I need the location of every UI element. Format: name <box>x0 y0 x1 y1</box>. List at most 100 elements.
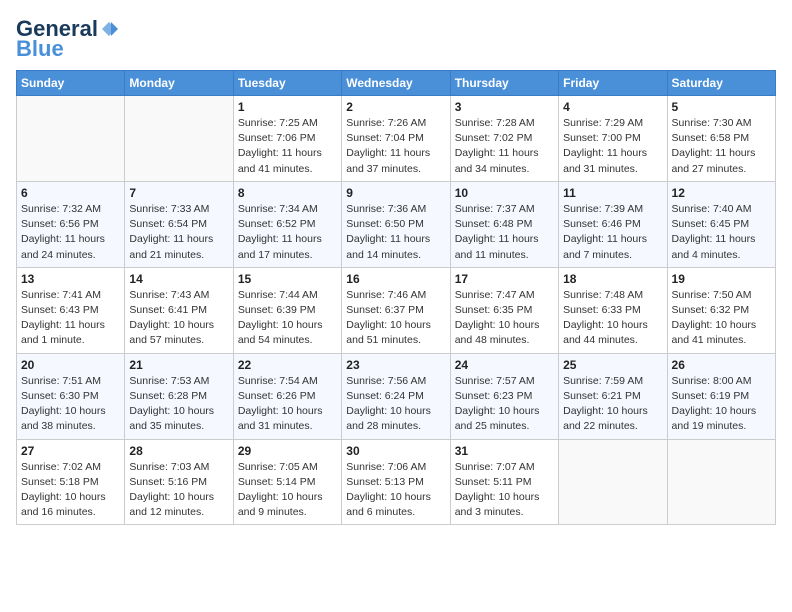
day-number: 25 <box>563 358 662 372</box>
calendar-cell: 25Sunrise: 7:59 AMSunset: 6:21 PMDayligh… <box>559 353 667 439</box>
calendar-cell: 11Sunrise: 7:39 AMSunset: 6:46 PMDayligh… <box>559 181 667 267</box>
calendar-cell: 24 Sunrise: 7:57 AMSunset: 6:23 PMDayligh… <box>450 353 558 439</box>
day-info: Sunrise: 7:03 AMSunset: 5:16 PMDaylight:… <box>129 460 228 521</box>
weekday-header-tuesday: Tuesday <box>233 71 341 96</box>
calendar-cell: 26 Sunrise: 8:00 AMSunset: 6:19 PMDayligh… <box>667 353 775 439</box>
weekday-header-sunday: Sunday <box>17 71 125 96</box>
day-info: Sunrise: 7:47 AMSunset: 6:35 PMDaylight:… <box>455 288 554 349</box>
calendar-cell <box>125 96 233 182</box>
logo: General Blue <box>16 16 118 62</box>
day-number: 1 <box>238 100 337 114</box>
day-info: Sunrise: 7:57 AMSunset: 6:23 PMDaylight:… <box>455 374 554 435</box>
calendar-week-row: 20 Sunrise: 7:51 AMSunset: 6:30 PMDayligh… <box>17 353 776 439</box>
day-number: 26 <box>672 358 771 372</box>
day-number: 7 <box>129 186 228 200</box>
weekday-header-friday: Friday <box>559 71 667 96</box>
calendar-cell: 27 Sunrise: 7:02 AMSunset: 5:18 PMDayligh… <box>17 439 125 525</box>
calendar-cell: 8 Sunrise: 7:34 AMSunset: 6:52 PMDaylight… <box>233 181 341 267</box>
calendar-cell: 22Sunrise: 7:54 AMSunset: 6:26 PMDayligh… <box>233 353 341 439</box>
day-info: Sunrise: 7:43 AMSunset: 6:41 PMDaylight:… <box>129 288 228 349</box>
logo-icon <box>100 20 118 38</box>
day-info: Sunrise: 7:25 AMSunset: 7:06 PMDaylight:… <box>238 116 337 177</box>
day-info: Sunrise: 7:36 AMSunset: 6:50 PMDaylight:… <box>346 202 445 263</box>
day-info: Sunrise: 7:07 AMSunset: 5:11 PMDaylight:… <box>455 460 554 521</box>
calendar-week-row: 13Sunrise: 7:41 AMSunset: 6:43 PMDayligh… <box>17 267 776 353</box>
day-info: Sunrise: 7:26 AMSunset: 7:04 PMDaylight:… <box>346 116 445 177</box>
calendar-cell: 16Sunrise: 7:46 AMSunset: 6:37 PMDayligh… <box>342 267 450 353</box>
calendar-cell: 5 Sunrise: 7:30 AMSunset: 6:58 PMDaylight… <box>667 96 775 182</box>
day-info: Sunrise: 7:02 AMSunset: 5:18 PMDaylight:… <box>21 460 120 521</box>
day-info: Sunrise: 7:44 AMSunset: 6:39 PMDaylight:… <box>238 288 337 349</box>
day-number: 20 <box>21 358 120 372</box>
day-info: Sunrise: 7:06 AMSunset: 5:13 PMDaylight:… <box>346 460 445 521</box>
day-number: 21 <box>129 358 228 372</box>
day-number: 8 <box>238 186 337 200</box>
calendar-cell: 10 Sunrise: 7:37 AMSunset: 6:48 PMDayligh… <box>450 181 558 267</box>
day-info: Sunrise: 7:37 AMSunset: 6:48 PMDaylight:… <box>455 202 554 263</box>
day-info: Sunrise: 7:32 AMSunset: 6:56 PMDaylight:… <box>21 202 120 263</box>
day-number: 18 <box>563 272 662 286</box>
day-number: 29 <box>238 444 337 458</box>
day-number: 19 <box>672 272 771 286</box>
day-number: 11 <box>563 186 662 200</box>
weekday-header-wednesday: Wednesday <box>342 71 450 96</box>
day-number: 13 <box>21 272 120 286</box>
calendar-week-row: 1 Sunrise: 7:25 AMSunset: 7:06 PMDaylight… <box>17 96 776 182</box>
page-header: General Blue <box>16 16 776 62</box>
day-number: 27 <box>21 444 120 458</box>
day-info: Sunrise: 7:33 AMSunset: 6:54 PMDaylight:… <box>129 202 228 263</box>
day-number: 17 <box>455 272 554 286</box>
calendar-cell: 29 Sunrise: 7:05 AMSunset: 5:14 PMDayligh… <box>233 439 341 525</box>
day-info: Sunrise: 7:51 AMSunset: 6:30 PMDaylight:… <box>21 374 120 435</box>
day-number: 31 <box>455 444 554 458</box>
calendar-cell <box>559 439 667 525</box>
calendar-cell: 1 Sunrise: 7:25 AMSunset: 7:06 PMDaylight… <box>233 96 341 182</box>
day-info: Sunrise: 7:05 AMSunset: 5:14 PMDaylight:… <box>238 460 337 521</box>
calendar-cell: 20 Sunrise: 7:51 AMSunset: 6:30 PMDayligh… <box>17 353 125 439</box>
weekday-header-saturday: Saturday <box>667 71 775 96</box>
calendar-week-row: 27 Sunrise: 7:02 AMSunset: 5:18 PMDayligh… <box>17 439 776 525</box>
calendar-cell: 13Sunrise: 7:41 AMSunset: 6:43 PMDayligh… <box>17 267 125 353</box>
day-number: 2 <box>346 100 445 114</box>
calendar-cell: 23 Sunrise: 7:56 AMSunset: 6:24 PMDayligh… <box>342 353 450 439</box>
calendar-table: SundayMondayTuesdayWednesdayThursdayFrid… <box>16 70 776 525</box>
day-number: 3 <box>455 100 554 114</box>
calendar-cell: 31 Sunrise: 7:07 AMSunset: 5:11 PMDayligh… <box>450 439 558 525</box>
calendar-cell: 12Sunrise: 7:40 AMSunset: 6:45 PMDayligh… <box>667 181 775 267</box>
day-number: 10 <box>455 186 554 200</box>
day-number: 9 <box>346 186 445 200</box>
calendar-cell: 14 Sunrise: 7:43 AMSunset: 6:41 PMDayligh… <box>125 267 233 353</box>
day-number: 30 <box>346 444 445 458</box>
calendar-cell: 21Sunrise: 7:53 AMSunset: 6:28 PMDayligh… <box>125 353 233 439</box>
weekday-header-monday: Monday <box>125 71 233 96</box>
day-number: 28 <box>129 444 228 458</box>
day-info: Sunrise: 7:48 AMSunset: 6:33 PMDaylight:… <box>563 288 662 349</box>
calendar-cell <box>17 96 125 182</box>
day-info: Sunrise: 7:54 AMSunset: 6:26 PMDaylight:… <box>238 374 337 435</box>
calendar-cell: 30 Sunrise: 7:06 AMSunset: 5:13 PMDayligh… <box>342 439 450 525</box>
day-info: Sunrise: 7:30 AMSunset: 6:58 PMDaylight:… <box>672 116 771 177</box>
day-number: 23 <box>346 358 445 372</box>
calendar-week-row: 6 Sunrise: 7:32 AMSunset: 6:56 PMDaylight… <box>17 181 776 267</box>
day-info: Sunrise: 7:29 AMSunset: 7:00 PMDaylight:… <box>563 116 662 177</box>
day-number: 15 <box>238 272 337 286</box>
calendar-cell: 18 Sunrise: 7:48 AMSunset: 6:33 PMDayligh… <box>559 267 667 353</box>
calendar-cell: 15 Sunrise: 7:44 AMSunset: 6:39 PMDayligh… <box>233 267 341 353</box>
day-info: Sunrise: 7:56 AMSunset: 6:24 PMDaylight:… <box>346 374 445 435</box>
day-number: 24 <box>455 358 554 372</box>
day-number: 12 <box>672 186 771 200</box>
calendar-cell: 28 Sunrise: 7:03 AMSunset: 5:16 PMDayligh… <box>125 439 233 525</box>
calendar-cell: 9 Sunrise: 7:36 AMSunset: 6:50 PMDaylight… <box>342 181 450 267</box>
day-number: 5 <box>672 100 771 114</box>
calendar-cell: 19 Sunrise: 7:50 AMSunset: 6:32 PMDayligh… <box>667 267 775 353</box>
calendar-cell: 7 Sunrise: 7:33 AMSunset: 6:54 PMDaylight… <box>125 181 233 267</box>
day-info: Sunrise: 8:00 AMSunset: 6:19 PMDaylight:… <box>672 374 771 435</box>
day-info: Sunrise: 7:50 AMSunset: 6:32 PMDaylight:… <box>672 288 771 349</box>
day-number: 14 <box>129 272 228 286</box>
calendar-cell <box>667 439 775 525</box>
calendar-cell: 3Sunrise: 7:28 AMSunset: 7:02 PMDaylight… <box>450 96 558 182</box>
day-info: Sunrise: 7:34 AMSunset: 6:52 PMDaylight:… <box>238 202 337 263</box>
calendar-cell: 17 Sunrise: 7:47 AMSunset: 6:35 PMDayligh… <box>450 267 558 353</box>
day-number: 6 <box>21 186 120 200</box>
calendar-cell: 6 Sunrise: 7:32 AMSunset: 6:56 PMDaylight… <box>17 181 125 267</box>
